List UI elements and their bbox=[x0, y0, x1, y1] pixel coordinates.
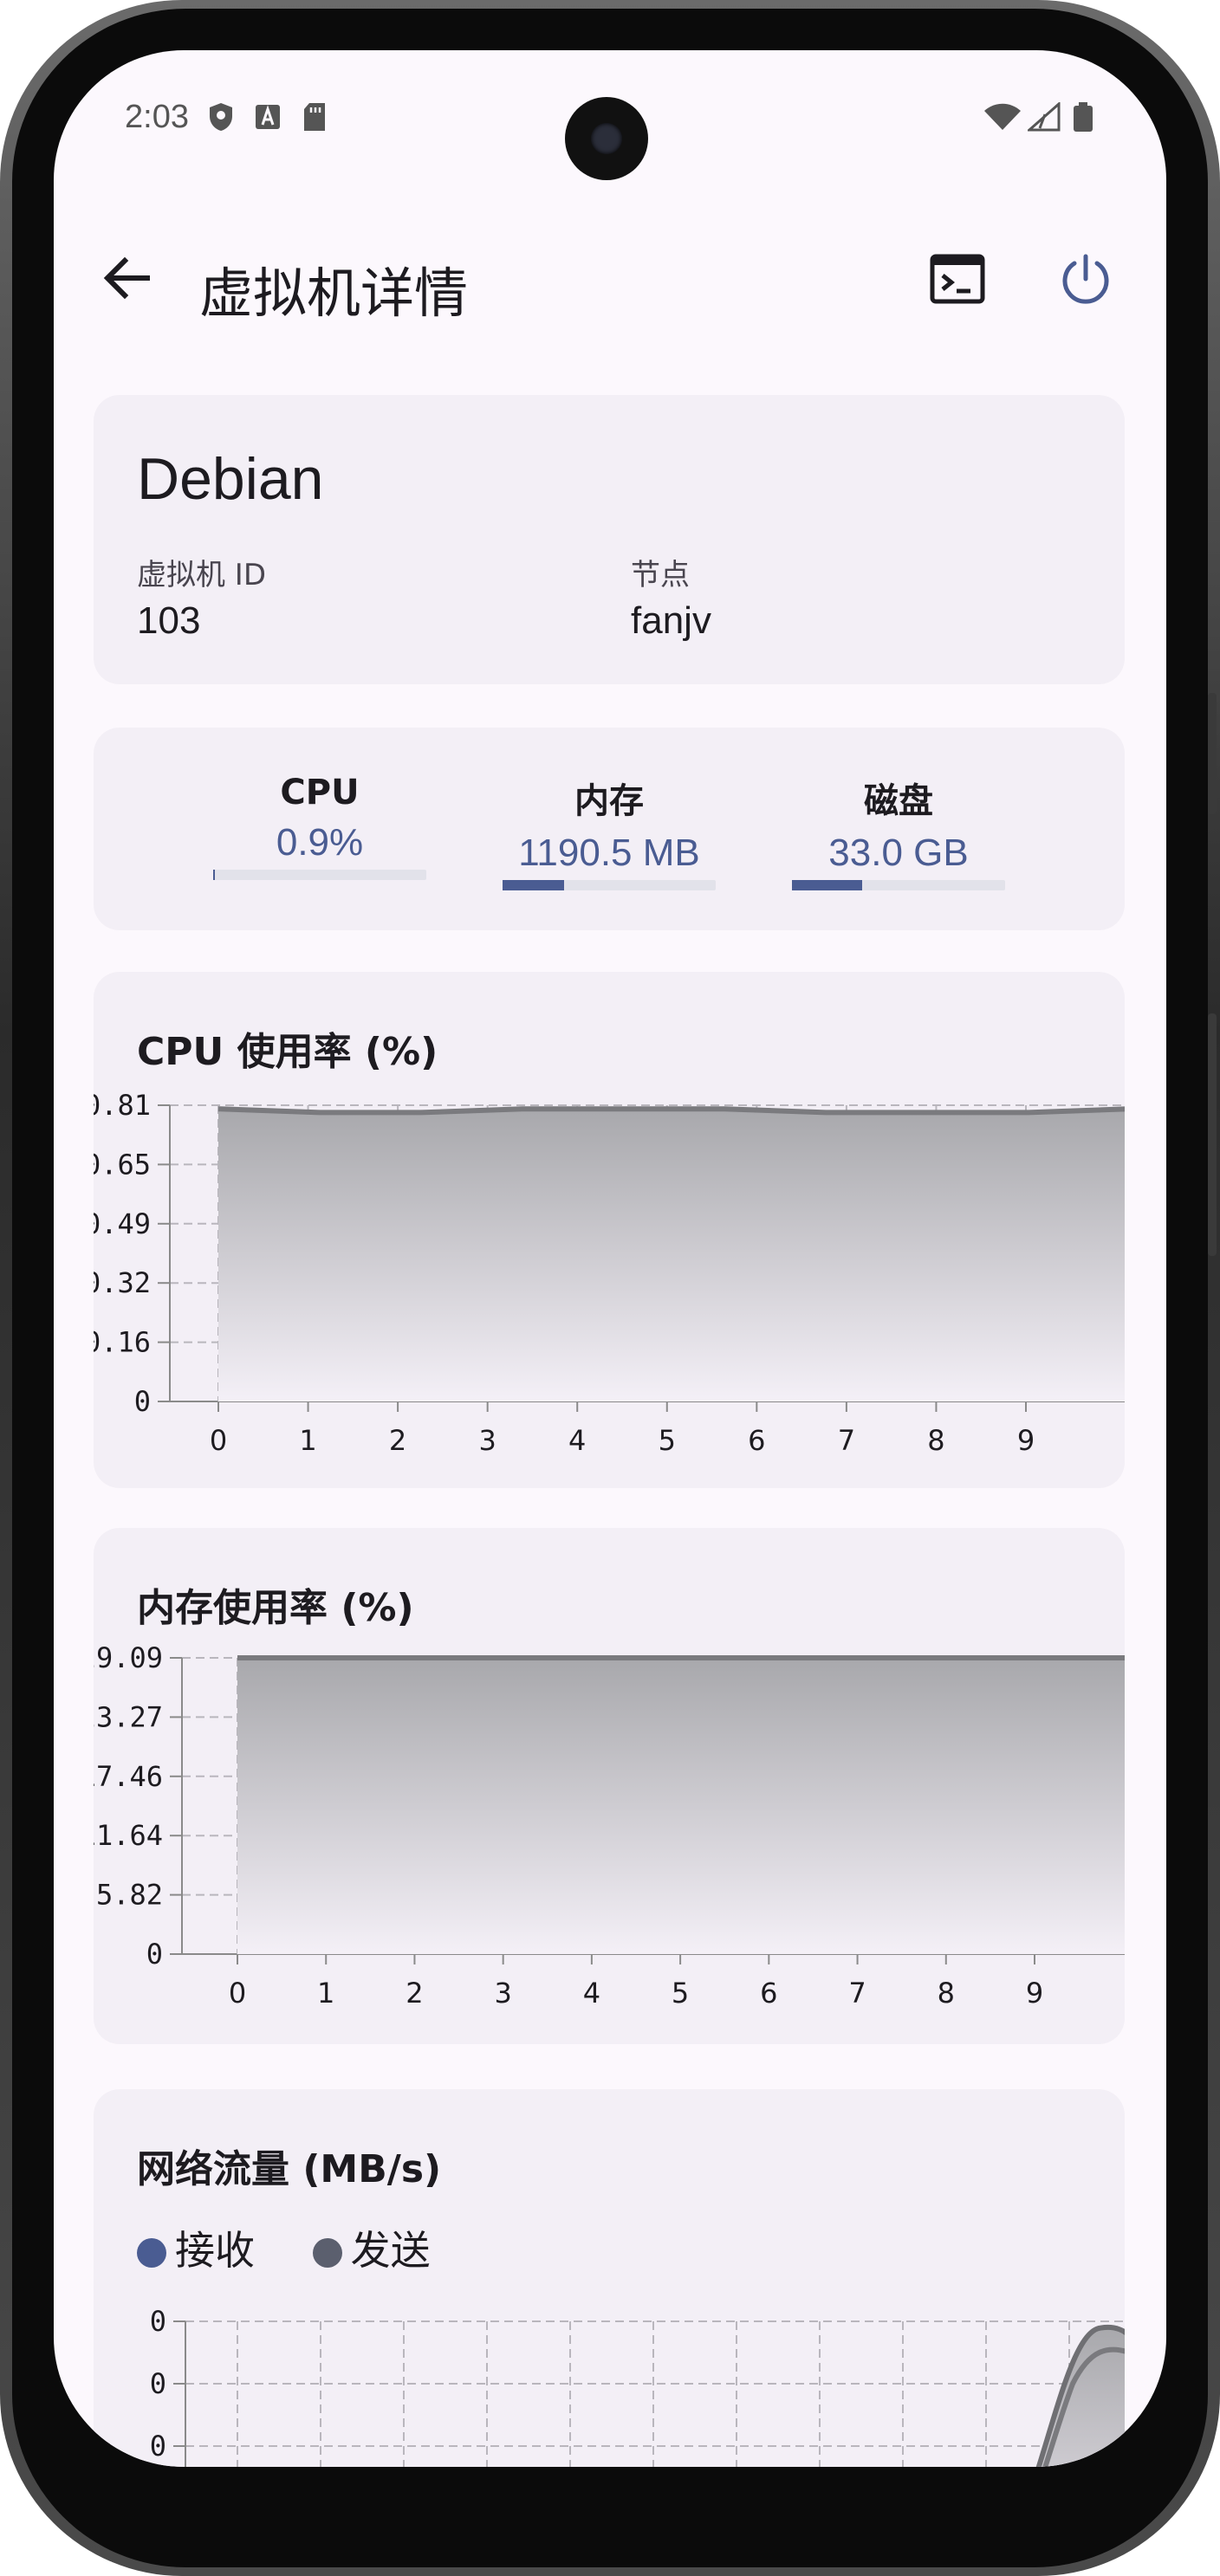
cpu-x-tick-label: 2 bbox=[389, 1424, 406, 1457]
network-traffic-chart: 0 0 0 bbox=[150, 2305, 1125, 2467]
mem-x-tick-label: 3 bbox=[494, 1977, 511, 2010]
disk-progress-fill bbox=[792, 880, 863, 890]
mem-x-tick-label: 1 bbox=[317, 1977, 334, 2010]
mem-y-tick-label: 0 bbox=[146, 1938, 163, 1971]
memory-label: 内存 bbox=[574, 781, 644, 821]
status-bar: 2:03 bbox=[54, 50, 1166, 189]
vm-name: Debian bbox=[137, 446, 324, 512]
cpu-y-tick-label: 0.32 bbox=[94, 1266, 151, 1299]
mem-x-tick-label: 7 bbox=[848, 1977, 866, 2010]
cpu-y-tick-label: 0.49 bbox=[94, 1207, 151, 1240]
battery-icon bbox=[1074, 102, 1093, 132]
cpu-progress-fill bbox=[213, 870, 216, 880]
vm-info-card: Debian 虚拟机 ID 103 节点 fanjv bbox=[94, 395, 1125, 684]
font-icon bbox=[256, 105, 280, 129]
mem-x-tick-label: 8 bbox=[938, 1977, 955, 2010]
mem-x-tick-label: 5 bbox=[672, 1977, 689, 2010]
mem-x-tick-label: 9 bbox=[1026, 1977, 1043, 2010]
terminal-icon[interactable] bbox=[929, 251, 986, 307]
mem-x-tick-label: 2 bbox=[406, 1977, 423, 2010]
cpu-y-tick-label: 0.65 bbox=[94, 1148, 151, 1181]
cpu-resource: CPU 0.9% bbox=[213, 773, 426, 880]
node-value: fanjv bbox=[631, 599, 711, 642]
cpu-progress-bar bbox=[213, 870, 426, 880]
mem-y-tick-label: 17.46 bbox=[94, 1760, 163, 1793]
status-time: 2:03 bbox=[125, 99, 189, 135]
power-side-button bbox=[1208, 1013, 1217, 1256]
wifi-icon bbox=[984, 103, 1021, 130]
network-chart-card: 网络流量 (MB/s) 接收 发送 000 bbox=[94, 2089, 1125, 2467]
memory-progress-fill bbox=[503, 880, 565, 890]
memory-value: 1190.5 MB bbox=[518, 832, 700, 874]
vm-id-label: 虚拟机 ID bbox=[137, 558, 267, 592]
cpu-y-tick-label: 0.81 bbox=[94, 1089, 151, 1122]
mem-x-tick-label: 0 bbox=[229, 1977, 246, 2010]
cpu-label: CPU bbox=[280, 773, 360, 812]
mem-y-tick-label: 11.64 bbox=[94, 1819, 163, 1852]
cpu-x-tick-label: 3 bbox=[478, 1424, 496, 1457]
memory-resource: 内存 1190.5 MB bbox=[503, 773, 716, 890]
cpu-y-tick-label: 0.16 bbox=[94, 1326, 151, 1359]
back-arrow-icon[interactable] bbox=[97, 248, 158, 308]
mem-y-tick-label: 23.27 bbox=[94, 1700, 163, 1733]
front-camera bbox=[565, 97, 648, 180]
app-bar: 虚拟机详情 bbox=[54, 232, 1166, 327]
memory-chart-card: 内存使用率 (%) 29.0923.2717.4611.645.82001234… bbox=[94, 1528, 1125, 2044]
node-label: 节点 bbox=[631, 558, 690, 592]
cpu-usage-chart: 0.81 0.65 0.49 0.32 0.16 0 0 1 2 3 4 5 6 7 8 9 bbox=[94, 1089, 1125, 1457]
sd-card-icon bbox=[304, 103, 325, 131]
mem-y-tick-label: 29.09 bbox=[94, 1641, 163, 1674]
signal-icon bbox=[1028, 102, 1061, 132]
memory-progress-bar bbox=[503, 880, 716, 890]
net-y-tick-label: 0 bbox=[150, 2367, 166, 2400]
cpu-area bbox=[218, 1109, 1125, 1401]
disk-label: 磁盘 bbox=[864, 781, 933, 821]
cpu-x-tick-label: 9 bbox=[1017, 1424, 1035, 1457]
cpu-x-tick-label: 4 bbox=[568, 1424, 586, 1457]
cpu-x-tick-label: 5 bbox=[659, 1424, 676, 1457]
cpu-y-tick-label: 0 bbox=[134, 1385, 151, 1418]
power-icon[interactable] bbox=[1057, 251, 1114, 308]
mem-y-tick-label: 5.82 bbox=[96, 1879, 163, 1912]
cpu-x-tick-label: 6 bbox=[748, 1424, 765, 1457]
net-y-tick-label: 0 bbox=[150, 2305, 166, 2338]
disk-value: 33.0 GB bbox=[828, 832, 969, 874]
disk-resource: 磁盘 33.0 GB bbox=[792, 773, 1005, 890]
resource-usage-card: CPU 0.9% 内存 1190.5 MB 磁盘 33.0 GB bbox=[94, 728, 1125, 930]
vm-id-value: 103 bbox=[137, 599, 201, 642]
cpu-x-tick-label: 7 bbox=[838, 1424, 855, 1457]
shield-icon bbox=[210, 103, 232, 131]
screen: 2:03 虚拟机详情 Debian 虚拟机 ID 103 节点 fanjv CP… bbox=[54, 50, 1166, 2467]
mem-x-tick-label: 6 bbox=[760, 1977, 777, 2010]
disk-progress-bar bbox=[792, 880, 1005, 890]
cpu-x-tick-label: 0 bbox=[210, 1424, 227, 1457]
volume-button bbox=[1208, 693, 1217, 814]
mem-area bbox=[237, 1658, 1125, 1954]
mem-x-tick-label: 4 bbox=[583, 1977, 600, 2010]
cpu-chart-card: CPU 使用率 (%) 0.810.650.490.320.1600123456… bbox=[94, 972, 1125, 1488]
net-y-tick-label: 0 bbox=[150, 2430, 166, 2463]
cpu-x-tick-label: 8 bbox=[927, 1424, 944, 1457]
memory-usage-chart: 29.09 23.27 17.46 11.64 5.82 0 0 1 2 3 4 5 6 7 8 9 bbox=[94, 1641, 1125, 2010]
cpu-x-tick-label: 1 bbox=[299, 1424, 316, 1457]
cpu-value: 0.9% bbox=[276, 821, 364, 864]
page-title: 虚拟机详情 bbox=[199, 264, 469, 324]
